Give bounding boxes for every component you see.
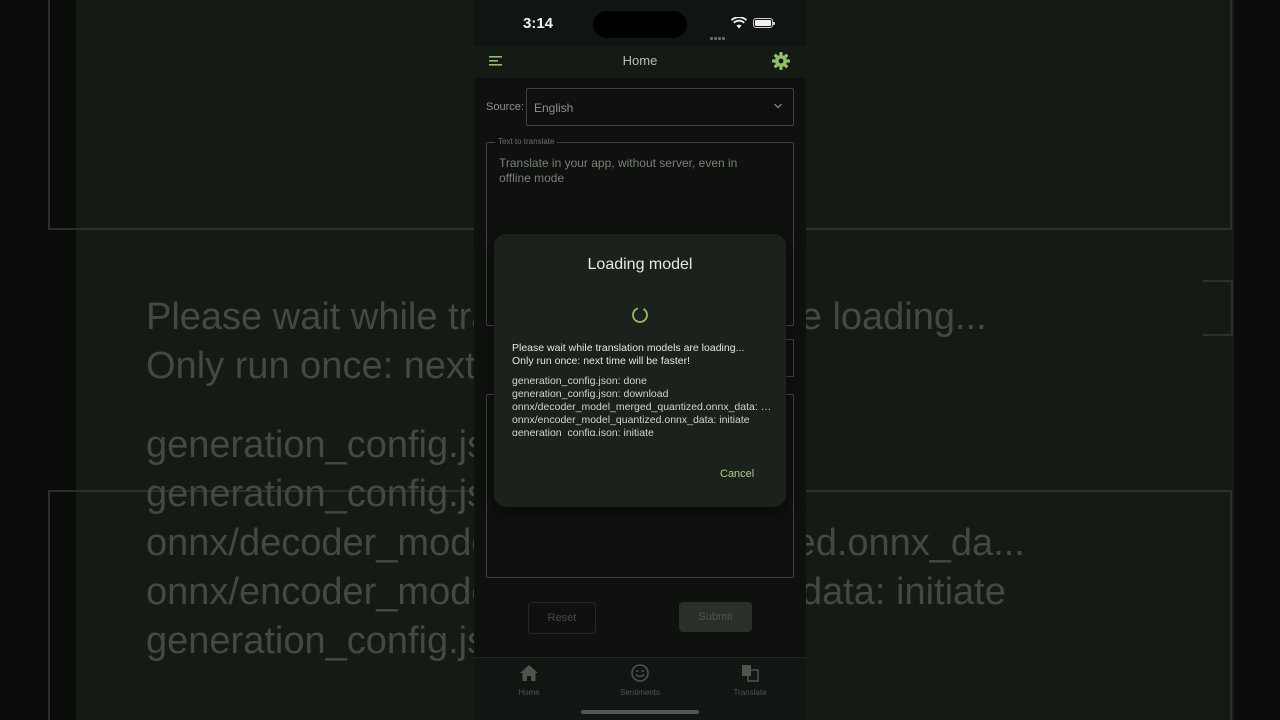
loading-spinner-icon <box>632 307 648 323</box>
dialog-message: Please wait while translation models are… <box>512 342 772 368</box>
submit-button[interactable]: Submit <box>679 602 752 632</box>
signal-icon <box>710 27 726 45</box>
tab-label: Translate <box>733 688 767 697</box>
log-line: generation_config.json: initiate <box>512 427 654 436</box>
tab-translate[interactable]: Translate <box>710 664 790 697</box>
status-bar: 3:14 <box>474 0 806 46</box>
app-bar: Home <box>474 46 806 78</box>
reset-button[interactable]: Reset <box>528 602 596 634</box>
tab-label: Home <box>518 688 540 697</box>
battery-icon <box>753 18 775 28</box>
tab-sentiments[interactable]: Sentiments <box>600 664 680 697</box>
background-edge-right <box>1234 0 1280 720</box>
wifi-icon <box>731 17 747 29</box>
source-language-select[interactable]: English <box>526 88 794 126</box>
source-language-value: English <box>534 101 574 115</box>
text-field-legend: Text to translate <box>495 137 558 146</box>
home-icon <box>520 665 538 681</box>
source-label: Source: <box>486 101 524 113</box>
page-title: Home <box>622 53 658 68</box>
translate-icon <box>742 665 759 682</box>
loading-dialog: Loading model Please wait while translat… <box>494 234 786 507</box>
status-time: 3:14 <box>523 15 554 32</box>
dialog-title: Loading model <box>587 256 693 273</box>
chevron-down-icon <box>774 103 782 109</box>
target-select-outline[interactable] <box>786 339 794 377</box>
home-indicator <box>581 710 699 714</box>
download-log: generation_config.json: done generation_… <box>512 375 772 436</box>
cancel-button[interactable]: Cancel <box>720 468 754 480</box>
smile-icon <box>631 664 649 682</box>
dialog-message-line: Only run once: next time will be faster! <box>512 355 690 367</box>
log-line: generation_config.json: done <box>512 375 647 387</box>
dynamic-island <box>593 11 687 38</box>
background-field-outline <box>1203 280 1233 336</box>
log-line: onnx/decoder_model_merged_quantized.onnx… <box>512 401 772 413</box>
text-field-placeholder: Translate in your app, without server, e… <box>499 156 738 185</box>
dialog-message-line: Please wait while translation models are… <box>512 342 745 354</box>
log-line: onnx/encoder_model_quantized.onnx_data: … <box>512 414 750 426</box>
gear-icon[interactable] <box>771 51 791 71</box>
tab-home[interactable]: Home <box>489 664 569 697</box>
tab-label: Sentiments <box>619 688 661 697</box>
log-line: generation_config.json: download <box>512 388 669 400</box>
